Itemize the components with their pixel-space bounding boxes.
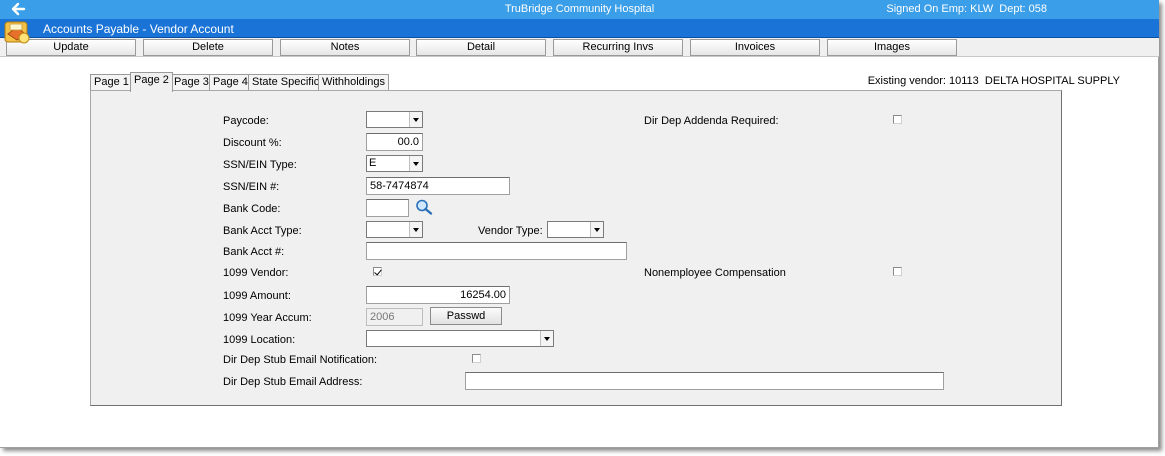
tab-page-1[interactable]: Page 1 xyxy=(90,74,133,91)
vendor-type-select[interactable] xyxy=(547,221,604,238)
bank-code-lookup-button[interactable] xyxy=(412,198,436,216)
vendor-account-window: TruBridge Community Hospital Signed On E… xyxy=(0,0,1159,448)
ssn-ein-type-select[interactable]: E xyxy=(366,155,423,172)
title-bar: Accounts Payable - Vendor Account xyxy=(0,19,1159,38)
existing-vendor-info: Existing vendor: 10113 DELTA HOSPITAL SU… xyxy=(867,75,1120,87)
bank-acct-type-label: Bank Acct Type: xyxy=(223,225,302,237)
amount-1099-label: 1099 Amount: xyxy=(223,290,291,302)
tab-page-2[interactable]: Page 2 xyxy=(130,72,173,92)
ssn-ein-type-label: SSN/EIN Type: xyxy=(223,159,297,171)
chevron-down-icon[interactable] xyxy=(590,222,603,237)
images-button[interactable]: Images xyxy=(827,39,957,56)
stub-email-address-input[interactable] xyxy=(465,372,944,390)
bank-code-label: Bank Code: xyxy=(223,203,281,215)
tab-withholdings[interactable]: Withholdings xyxy=(318,74,389,91)
bank-code-input[interactable] xyxy=(366,199,409,217)
ssn-ein-type-value: E xyxy=(369,157,377,169)
bank-acct-input[interactable] xyxy=(366,242,627,260)
paycode-select[interactable] xyxy=(366,111,423,128)
bank-acct-label: Bank Acct #: xyxy=(223,246,285,258)
invoices-button[interactable]: Invoices xyxy=(690,39,820,56)
page-2-panel: Paycode: Discount %: 00.0 SSN/EIN Type: … xyxy=(90,90,1062,406)
top-status-bar: TruBridge Community Hospital Signed On E… xyxy=(0,0,1159,19)
chevron-down-icon[interactable] xyxy=(409,156,422,171)
location-1099-select[interactable] xyxy=(366,330,554,347)
stub-email-notification-checkbox[interactable] xyxy=(472,354,481,363)
paycode-label: Paycode: xyxy=(223,115,269,127)
year-accum-1099-input: 2006 xyxy=(366,308,423,326)
stub-email-address-label: Dir Dep Stub Email Address: xyxy=(223,376,363,388)
tab-page-4[interactable]: Page 4 xyxy=(209,74,252,91)
vendor-type-label: Vendor Type: xyxy=(478,225,543,237)
tab-page-3[interactable]: Page 3 xyxy=(170,74,213,91)
toolbar: Update Delete Notes Detail Recurring Inv… xyxy=(0,38,1159,57)
addenda-required-checkbox[interactable] xyxy=(893,115,902,124)
recurring-invoices-button[interactable]: Recurring Invs xyxy=(553,39,683,56)
tab-state-specific[interactable]: State Specific xyxy=(248,74,324,91)
notes-button[interactable]: Notes xyxy=(280,39,410,56)
chevron-down-icon[interactable] xyxy=(409,222,422,237)
nonemployee-compensation-checkbox[interactable] xyxy=(893,267,902,276)
vendor-1099-checkbox[interactable] xyxy=(373,267,382,276)
delete-button[interactable]: Delete xyxy=(143,39,273,56)
screen-title: Accounts Payable - Vendor Account xyxy=(43,22,234,36)
discount-label: Discount %: xyxy=(223,137,282,149)
chevron-down-icon[interactable] xyxy=(540,331,553,346)
chevron-down-icon[interactable] xyxy=(409,112,422,127)
accounts-payable-icon xyxy=(3,18,33,46)
year-accum-1099-label: 1099 Year Accum: xyxy=(223,312,312,324)
discount-input[interactable]: 00.0 xyxy=(366,133,423,151)
detail-button[interactable]: Detail xyxy=(416,39,546,56)
addenda-required-label: Dir Dep Addenda Required: xyxy=(644,115,779,127)
vendor-1099-label: 1099 Vendor: xyxy=(223,267,289,279)
amount-1099-input[interactable]: 16254.00 xyxy=(366,286,510,304)
magnifier-search-icon xyxy=(416,199,433,215)
passwd-button[interactable]: Passwd xyxy=(430,307,502,325)
nonemployee-compensation-label: Nonemployee Compensation xyxy=(644,267,786,279)
bank-acct-type-select[interactable] xyxy=(366,221,423,238)
location-1099-label: 1099 Location: xyxy=(223,334,296,346)
sign-on-info: Signed On Emp: KLW Dept: 058 xyxy=(886,3,1047,15)
stub-email-notification-label: Dir Dep Stub Email Notification: xyxy=(223,354,378,366)
ssn-ein-input[interactable]: 58-7474874 xyxy=(366,177,510,195)
ssn-ein-label: SSN/EIN #: xyxy=(223,181,280,193)
